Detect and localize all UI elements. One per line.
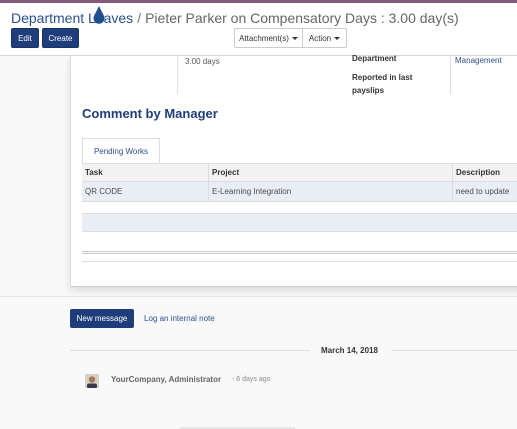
message-author[interactable]: YourCompany, Administrator bbox=[111, 375, 221, 384]
new-message-button[interactable]: New message bbox=[70, 309, 134, 328]
column-header-task[interactable]: Task bbox=[82, 164, 208, 181]
field-divider bbox=[450, 56, 451, 94]
tab-pending-works[interactable]: Pending Works bbox=[82, 138, 160, 164]
form-sheet: 3.00 days Department Management Reported… bbox=[70, 54, 517, 287]
breadcrumb-separator: / bbox=[137, 10, 142, 26]
cell-description: need to update bbox=[452, 182, 517, 201]
message-date: March 14, 2018 bbox=[321, 346, 378, 355]
action-label: Action bbox=[308, 33, 332, 43]
reported-label: Reported in last payslips bbox=[352, 73, 413, 95]
attachments-dropdown[interactable]: Attachment(s) bbox=[234, 28, 303, 48]
log-note-link[interactable]: Log an internal note bbox=[144, 314, 215, 323]
breadcrumb-current: Pieter Parker on Compensatory Days : 3.0… bbox=[145, 10, 459, 26]
date-divider-left bbox=[70, 350, 310, 351]
table-header: Task Project Description bbox=[82, 164, 517, 182]
chatter-separator bbox=[0, 296, 517, 297]
chevron-down-icon bbox=[334, 36, 341, 40]
control-panel: Department Leaves / Pieter Parker on Compe… bbox=[0, 3, 517, 56]
edit-button[interactable]: Edit bbox=[11, 28, 39, 48]
breadcrumb: Department Leaves / Pieter Parker on Compe… bbox=[11, 10, 459, 26]
column-header-project[interactable]: Project bbox=[208, 164, 452, 181]
department-link[interactable]: Management bbox=[455, 56, 502, 65]
cell-project: E-Learning Integration bbox=[208, 182, 452, 201]
table-footer-divider bbox=[82, 261, 517, 262]
department-label: Department bbox=[352, 54, 397, 63]
create-button[interactable]: Create bbox=[42, 28, 79, 48]
avatar-icon bbox=[85, 374, 99, 388]
cell-task: QR CODE bbox=[85, 187, 123, 196]
pending-works-table: Task Project Description QR CODE E-Learn… bbox=[82, 164, 517, 202]
chevron-down-icon bbox=[291, 36, 298, 40]
drag-drop-cursor-icon bbox=[93, 6, 105, 24]
avatar[interactable] bbox=[85, 374, 99, 388]
breadcrumb-parent-link[interactable]: Department Leaves bbox=[11, 10, 133, 26]
action-dropdown[interactable]: Action bbox=[302, 28, 347, 48]
field-divider bbox=[177, 56, 178, 94]
duration-value: 3.00 days bbox=[185, 57, 220, 66]
column-header-description[interactable]: Description bbox=[452, 164, 517, 181]
section-title: Comment by Manager bbox=[82, 106, 218, 121]
table-empty-row bbox=[82, 213, 517, 232]
message-time: - 6 days ago bbox=[232, 376, 271, 383]
date-divider-right bbox=[392, 350, 517, 351]
attachments-label: Attachment(s) bbox=[239, 33, 289, 43]
table-row[interactable]: QR CODE E-Learning Integration need to u… bbox=[82, 182, 517, 202]
table-footer bbox=[82, 251, 517, 254]
